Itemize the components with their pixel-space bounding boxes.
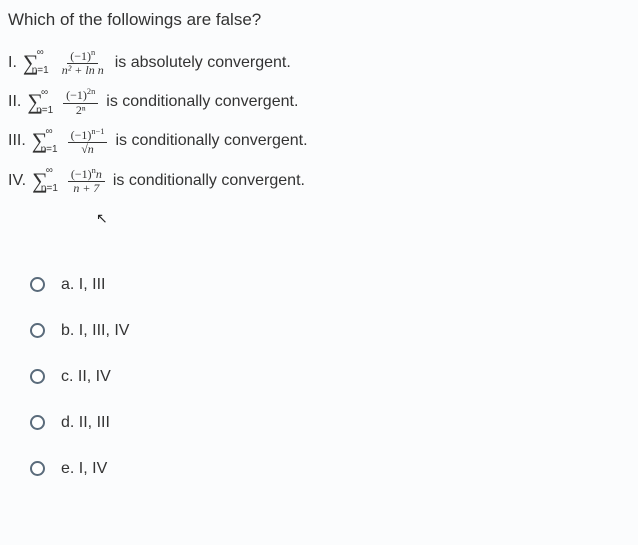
option-label-b: b. I, III, IV [61, 322, 129, 340]
statement-4: IV. ∑ ∞ n=1 (−1)nn n + 7 is conditionall… [8, 166, 630, 195]
fraction-2: (−1)2n 2ⁿ [63, 87, 98, 116]
desc-3: is conditionally convergent. [115, 132, 307, 150]
option-a[interactable]: a. I, III [30, 276, 630, 294]
formula-1: ∑ ∞ n=1 (−1)n n² + ln n [23, 48, 107, 77]
roman-4: IV. [8, 172, 26, 190]
sigma-sup-3: ∞ [45, 126, 52, 137]
radio-icon[interactable] [30, 461, 45, 476]
formula-3: ∑ ∞ n=1 (−1)n−1 √n [32, 127, 108, 156]
radio-icon[interactable] [30, 323, 45, 338]
fraction-4: (−1)nn n + 7 [68, 166, 105, 195]
option-d[interactable]: d. II, III [30, 414, 630, 432]
option-label-d: d. II, III [61, 414, 110, 432]
sigma-sup-4: ∞ [46, 165, 53, 176]
radio-icon[interactable] [30, 415, 45, 430]
option-label-e: e. I, IV [61, 460, 107, 478]
sigma-sup-1: ∞ [37, 47, 44, 58]
option-c[interactable]: c. II, IV [30, 368, 630, 386]
radio-icon[interactable] [30, 277, 45, 292]
desc-2: is conditionally convergent. [106, 93, 298, 111]
options-block: a. I, III b. I, III, IV c. II, IV d. II,… [30, 276, 630, 478]
fraction-3: (−1)n−1 √n [68, 127, 108, 156]
statement-1: I. ∑ ∞ n=1 (−1)n n² + ln n is absolutely… [8, 48, 630, 77]
sigma-sub-3: n=1 [41, 144, 58, 155]
statement-2: II. ∑ ∞ n=1 (−1)2n 2ⁿ is conditionally c… [8, 87, 630, 116]
statements-block: I. ∑ ∞ n=1 (−1)n n² + ln n is absolutely… [8, 48, 630, 196]
sigma-sub-4: n=1 [41, 183, 58, 194]
option-e[interactable]: e. I, IV [30, 460, 630, 478]
roman-1: I. [8, 54, 17, 72]
sigma-sub-2: n=1 [36, 105, 53, 116]
sigma-sup-2: ∞ [41, 87, 48, 98]
fraction-1: (−1)n n² + ln n [59, 48, 107, 77]
option-label-a: a. I, III [61, 276, 105, 294]
formula-2: ∑ ∞ n=1 (−1)2n 2ⁿ [27, 87, 98, 116]
radio-icon[interactable] [30, 369, 45, 384]
formula-4: ∑ ∞ n=1 (−1)nn n + 7 [32, 166, 105, 195]
roman-3: III. [8, 132, 26, 150]
question-text: Which of the followings are false? [8, 10, 630, 30]
statement-3: III. ∑ ∞ n=1 (−1)n−1 √n is conditionally… [8, 127, 630, 156]
desc-1: is absolutely convergent. [115, 54, 291, 72]
desc-4: is conditionally convergent. [113, 172, 305, 190]
cursor-icon: ↖ [96, 210, 108, 227]
sigma-sub-1: n=1 [32, 65, 49, 76]
roman-2: II. [8, 93, 21, 111]
option-label-c: c. II, IV [61, 368, 111, 386]
option-b[interactable]: b. I, III, IV [30, 322, 630, 340]
